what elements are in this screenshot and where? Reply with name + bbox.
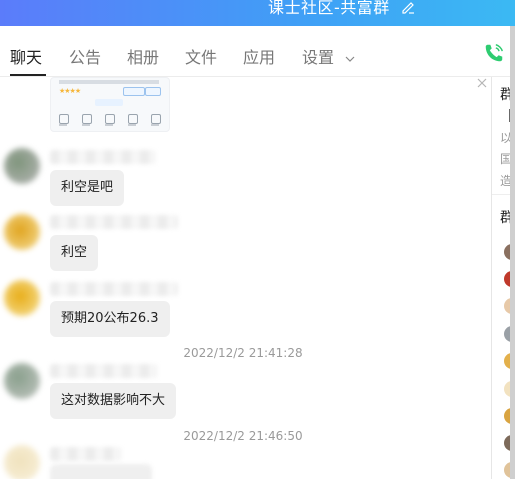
message-bubble[interactable]: 这对数据影响不大 [50, 383, 177, 419]
avatar[interactable] [4, 363, 40, 399]
active-tab-indicator [10, 74, 46, 76]
edit-icon[interactable] [400, 0, 416, 15]
chevron-down-icon [345, 56, 355, 62]
avatar[interactable] [4, 280, 40, 316]
tab-files[interactable]: 文件 [185, 44, 217, 68]
tab-chat[interactable]: 聊天 [10, 44, 42, 68]
sender-name [50, 150, 156, 164]
message-timestamp: 2022/12/2 21:46:50 [183, 429, 303, 443]
sender-name [50, 364, 158, 378]
tab-bar: 聊天 公告 相册 文件 应用 设置 [0, 26, 515, 77]
shared-image-thumbnail[interactable]: ★★★★ [50, 77, 170, 132]
tab-settings-label: 设置 [302, 48, 335, 67]
sender-name [50, 215, 178, 229]
message-bubble[interactable]: 利空是吧 [50, 170, 125, 206]
phone-icon[interactable] [483, 42, 505, 64]
star-rating-icon: ★★★★ [59, 87, 81, 95]
sender-name [50, 447, 122, 461]
close-icon[interactable] [476, 77, 488, 89]
tab-announcements[interactable]: 公告 [69, 44, 101, 68]
message-bubble[interactable] [50, 464, 152, 479]
group-title[interactable]: 课士社区-共富群 [268, 0, 390, 18]
avatar[interactable] [4, 214, 40, 250]
tab-apps[interactable]: 应用 [243, 44, 275, 68]
header-bar: 课士社区-共富群 [0, 0, 515, 26]
avatar[interactable] [4, 445, 40, 479]
tab-album[interactable]: 相册 [127, 44, 159, 68]
avatar[interactable] [4, 148, 40, 184]
scrollbar[interactable] [510, 26, 515, 479]
message-timestamp: 2022/12/2 21:41:28 [183, 346, 303, 360]
tab-settings[interactable]: 设置 [302, 44, 355, 68]
chat-message-list[interactable]: ★★★★ 利空是吧 利空 预期20公布26.3 2022/12/2 21:41:… [0, 77, 492, 479]
sender-name [50, 282, 178, 296]
message-bubble[interactable]: 预期20公布26.3 [50, 301, 170, 337]
message-bubble[interactable]: 利空 [50, 235, 99, 271]
